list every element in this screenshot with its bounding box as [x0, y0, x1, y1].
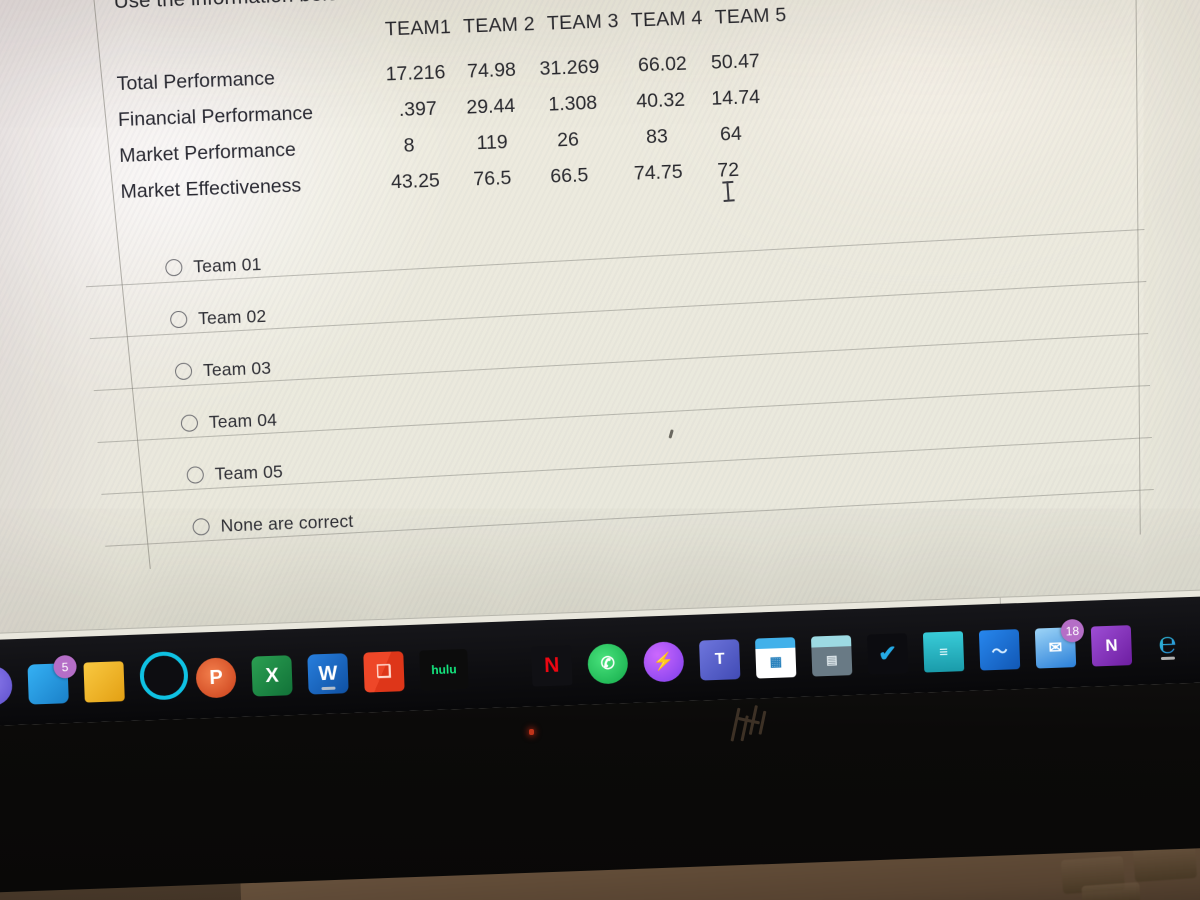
running-indicator — [321, 686, 336, 691]
laptop-screen: Use the information below to answer the … — [0, 0, 1200, 728]
excel-icon[interactable]: X — [251, 655, 293, 697]
table-cell: 119 — [476, 131, 509, 155]
table-cell: 74.75 — [633, 160, 684, 185]
whatsapp-icon[interactable]: ✆ — [587, 643, 629, 685]
table-cell: 29.44 — [466, 94, 516, 119]
column-header: TEAM 4 — [630, 6, 703, 32]
hulu-wordmark: hulu — [430, 662, 457, 678]
row-label: Market Performance — [118, 138, 297, 168]
messenger-icon[interactable]: ⚡ — [643, 641, 685, 683]
onenote-icon[interactable]: N — [1090, 625, 1133, 667]
teams-icon[interactable]: T — [699, 639, 741, 681]
table-cell: 17.216 — [385, 61, 446, 86]
table-cell: 64 — [719, 122, 743, 146]
option-label: Team 02 — [197, 305, 267, 329]
option-label: Team 01 — [192, 254, 262, 277]
radio-button[interactable] — [169, 310, 188, 329]
table-cell: 26 — [556, 128, 580, 152]
excel-glyph: X — [264, 664, 280, 687]
radio-button[interactable] — [174, 362, 193, 381]
onenote-glyph: N — [1104, 635, 1118, 656]
hp-logo-icon — [725, 702, 782, 746]
todo-check-icon[interactable]: ✔ — [866, 633, 909, 675]
column-header: TEAM1 — [384, 15, 452, 41]
table-cell: 66.5 — [549, 164, 589, 188]
edge-icon[interactable]: ℮ — [1147, 623, 1188, 664]
radio-button[interactable] — [165, 258, 183, 277]
table-cell: 50.47 — [710, 50, 761, 74]
table-cell: .397 — [398, 97, 438, 121]
table-cell: 14.74 — [710, 86, 761, 110]
table-cell: 76.5 — [473, 167, 512, 191]
office-icon[interactable]: ❑ — [363, 651, 405, 693]
dust-speck — [668, 429, 674, 439]
powerpoint-glyph: P — [208, 666, 224, 689]
powerpoint-icon[interactable]: P — [195, 657, 237, 699]
table-cell: 1.308 — [547, 91, 598, 116]
microsoft-store-icon[interactable]: 5 — [27, 654, 77, 705]
calendar-icon[interactable]: ▦ — [754, 637, 797, 679]
sticky-notes-icon[interactable]: ≡ — [922, 631, 965, 673]
power-led-indicator — [529, 729, 534, 735]
radio-button[interactable] — [192, 518, 210, 536]
file-explorer-icon[interactable] — [83, 661, 125, 703]
row-label: Total Performance — [116, 67, 276, 96]
table-cell: 72 — [716, 158, 740, 182]
table-cell: 83 — [645, 125, 669, 149]
option-team-05[interactable]: Team 05 — [186, 461, 283, 485]
alexa-icon[interactable] — [139, 650, 189, 701]
radio-button[interactable] — [186, 466, 205, 484]
option-team-02[interactable]: Team 02 — [169, 305, 267, 330]
column-header: TEAM 3 — [546, 9, 620, 35]
video-call-icon[interactable]: ▭ — [0, 665, 13, 707]
table-cell: 43.25 — [390, 169, 441, 194]
check-glyph: ✔ — [877, 640, 898, 667]
text-cursor — [722, 181, 734, 202]
option-team-03[interactable]: Team 03 — [174, 357, 272, 382]
mail-badge-count: 18 — [1060, 618, 1085, 643]
option-team-04[interactable]: Team 04 — [180, 409, 278, 434]
radio-button[interactable] — [180, 414, 199, 432]
table-cell: 74.98 — [466, 58, 517, 83]
netflix-icon[interactable]: N — [531, 645, 573, 687]
laptop-photo: Use the information below to answer the … — [0, 0, 1200, 900]
option-label: Team 05 — [214, 461, 284, 484]
netflix-glyph: N — [543, 653, 560, 678]
keyboard-key — [1081, 882, 1141, 900]
mail-icon[interactable]: ✉ 18 — [1034, 618, 1085, 669]
option-team-01[interactable]: Team 01 — [165, 254, 262, 278]
table-cell: 8 — [403, 134, 415, 157]
hulu-icon[interactable]: hulu — [419, 648, 469, 691]
running-indicator — [1160, 656, 1176, 661]
option-label: Team 04 — [208, 409, 278, 432]
word-icon[interactable]: W — [307, 653, 349, 695]
calculator-icon[interactable]: ▤ — [810, 635, 853, 677]
column-header: TEAM 2 — [462, 12, 536, 38]
table-cell: 66.02 — [637, 52, 688, 77]
option-label: Team 03 — [202, 357, 272, 381]
table-cell: 31.269 — [539, 55, 600, 80]
table-cell: 40.32 — [635, 88, 686, 113]
teams-glyph: T — [714, 650, 725, 669]
store-badge-count: 5 — [53, 654, 77, 679]
column-header: TEAM 5 — [714, 3, 787, 29]
quiz-page: Use the information below to answer the … — [0, 0, 1200, 644]
stocks-icon[interactable]: 〜 — [978, 629, 1021, 671]
